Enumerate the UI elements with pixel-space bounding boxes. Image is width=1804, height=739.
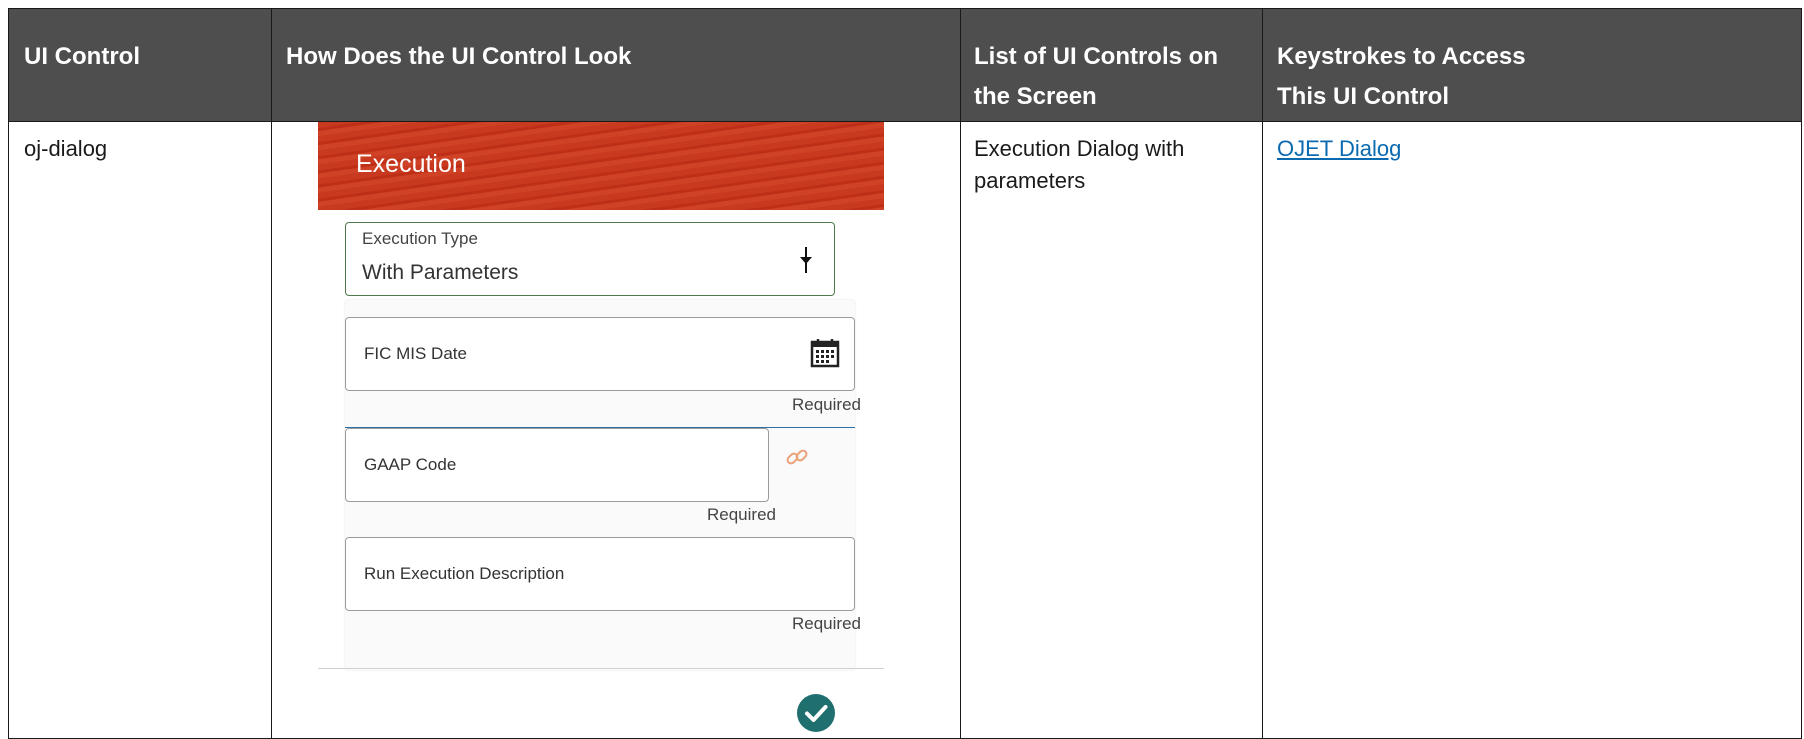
header-keystrokes: Keystrokes to Access This UI Control [1277, 43, 1526, 110]
dialog-title: Execution [356, 150, 466, 178]
execution-dialog-preview: Execution Execution Type With Parameters… [318, 122, 884, 739]
field-label: Run Execution Description [364, 564, 565, 583]
field-label: GAAP Code [364, 455, 457, 474]
header-list-controls: List of UI Controls on the Screen [974, 43, 1218, 110]
calendar-icon[interactable] [810, 338, 840, 368]
run-execution-description-field[interactable]: Run Execution Description [345, 537, 855, 611]
required-hint: Required [792, 395, 861, 414]
ojet-dialog-link[interactable]: OJET Dialog [1277, 133, 1401, 165]
ui-controls-table: UI Control How Does the UI Control Look … [8, 8, 1802, 739]
link-icon[interactable] [784, 444, 810, 470]
dialog-footer-divider [318, 668, 884, 669]
column-divider [271, 9, 272, 738]
check-circle-icon[interactable] [796, 693, 836, 733]
dialog-header: Execution [318, 122, 884, 210]
column-divider [960, 9, 961, 738]
header-how-look: How Does the UI Control Look [286, 43, 632, 70]
required-hint: Required [792, 614, 861, 633]
execution-type-select[interactable]: Execution Type With Parameters [345, 222, 835, 296]
column-divider [1262, 9, 1263, 738]
pin-icon[interactable] [798, 245, 814, 275]
header-ui-control: UI Control [24, 43, 140, 70]
cell-ui-control: oj-dialog [24, 136, 108, 161]
execution-type-label: Execution Type [362, 229, 478, 248]
gaap-code-field[interactable]: GAAP Code [345, 428, 769, 502]
header-divider [9, 121, 1801, 122]
field-label: FIC MIS Date [364, 344, 467, 363]
required-hint: Required [707, 505, 776, 524]
fic-mis-date-field[interactable]: FIC MIS Date [345, 317, 855, 391]
execution-type-value: With Parameters [362, 261, 519, 284]
cell-list-controls: Execution Dialog with parameters [974, 136, 1185, 193]
